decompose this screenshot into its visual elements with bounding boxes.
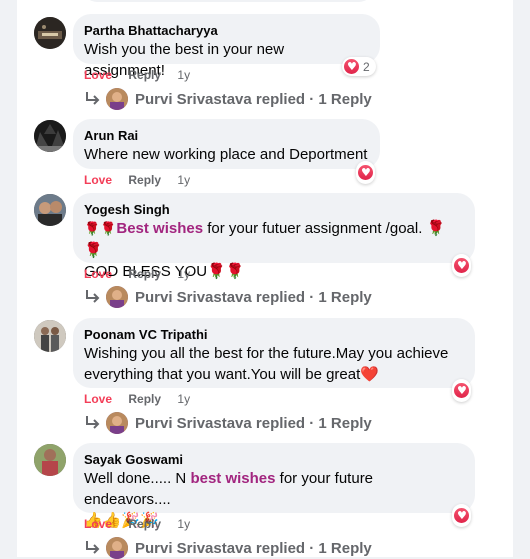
- replier-avatar-image-icon: [106, 88, 128, 110]
- reaction-summary[interactable]: 2: [342, 57, 376, 76]
- reply-button[interactable]: Reply: [128, 173, 161, 187]
- avatar[interactable]: [34, 17, 66, 49]
- view-replies[interactable]: Purvi Srivastava replied · 1 Reply: [84, 286, 372, 308]
- reaction-count: 2: [363, 59, 370, 74]
- reply-arrow-icon: [86, 92, 100, 105]
- comment-actions: Love Reply 1y: [84, 391, 203, 407]
- timestamp[interactable]: 1y: [177, 68, 190, 82]
- avatar-image-icon: [34, 194, 66, 226]
- view-replies[interactable]: Purvi Srivastava replied · 1 Reply: [84, 537, 372, 559]
- comment-text: 🌹🌹Best wishes for your futuer assignment…: [84, 218, 463, 261]
- comment-author[interactable]: Arun Rai: [84, 127, 368, 144]
- heart-icon: [344, 59, 359, 74]
- reply-arrow-icon: [86, 416, 100, 429]
- comment-actions: Love Reply 1y: [84, 516, 203, 532]
- avatar[interactable]: [34, 120, 66, 152]
- replies-link[interactable]: Purvi Srivastava replied · 1 Reply: [135, 540, 372, 557]
- view-replies[interactable]: Purvi Srivastava replied · 1 Reply: [84, 88, 372, 110]
- avatar-image-icon: [34, 17, 66, 49]
- replier-avatar: [106, 286, 128, 308]
- heart-icon: [358, 165, 373, 180]
- timestamp[interactable]: 1y: [177, 517, 190, 531]
- timestamp[interactable]: 1y: [177, 392, 190, 406]
- love-button[interactable]: Love: [84, 68, 112, 82]
- comment-bubble: Arun Rai Where new working place and Dep…: [73, 119, 380, 169]
- love-button[interactable]: Love: [84, 517, 112, 531]
- timestamp[interactable]: 1y: [177, 173, 190, 187]
- reply-button[interactable]: Reply: [128, 68, 161, 82]
- replier-avatar: [106, 537, 128, 559]
- replier-avatar-image-icon: [106, 286, 128, 308]
- reply-arrow-icon: [86, 541, 100, 554]
- highlighted-text[interactable]: best wishes: [190, 470, 275, 487]
- love-button[interactable]: Love: [84, 173, 112, 187]
- avatar-image-icon: [34, 320, 66, 352]
- reaction-summary[interactable]: [356, 161, 375, 184]
- avatar[interactable]: [34, 320, 66, 352]
- heart-icon: [454, 508, 469, 523]
- reply-button[interactable]: Reply: [128, 267, 161, 281]
- comment-actions: Love Reply 1y: [84, 67, 203, 83]
- comment-actions: Love Reply 1y: [84, 266, 203, 282]
- reply-arrow-icon: [86, 290, 100, 303]
- comment-bubble: Partha Bhattacharyya Wish you the best i…: [73, 14, 380, 79]
- comment-text: Where new working place and Deportment: [84, 146, 368, 163]
- heart-icon: [454, 383, 469, 398]
- love-button[interactable]: Love: [84, 392, 112, 406]
- comment-text-line2: everything that you want.You will be gre…: [84, 366, 379, 383]
- replier-avatar: [106, 412, 128, 434]
- comment-author[interactable]: Yogesh Singh: [84, 201, 463, 218]
- reaction-summary[interactable]: [452, 254, 471, 277]
- replies-link[interactable]: Purvi Srivastava replied · 1 Reply: [135, 289, 372, 306]
- avatar[interactable]: [34, 444, 66, 476]
- reply-button[interactable]: Reply: [128, 517, 161, 531]
- comment-bubble: Yogesh Singh 🌹🌹Best wishes for your futu…: [73, 193, 475, 280]
- comment-author[interactable]: Partha Bhattacharyya: [84, 22, 368, 39]
- replier-avatar-image-icon: [106, 537, 128, 559]
- love-button[interactable]: Love: [84, 267, 112, 281]
- avatar-image-icon: [34, 120, 66, 152]
- comment-text: Wishing you all the best for the future.…: [84, 345, 449, 362]
- comment-bubble: Sayak Goswami Well done..... N best wish…: [73, 443, 475, 529]
- view-replies[interactable]: Purvi Srivastava replied · 1 Reply: [84, 412, 372, 434]
- reaction-summary[interactable]: [452, 504, 471, 527]
- comment-emoji: 🌹🌹: [84, 222, 117, 237]
- reply-button[interactable]: Reply: [128, 392, 161, 406]
- comment-actions: Love Reply 1y: [84, 172, 203, 188]
- replies-link[interactable]: Purvi Srivastava replied · 1 Reply: [135, 415, 372, 432]
- timestamp[interactable]: 1y: [177, 267, 190, 281]
- reaction-summary[interactable]: [452, 379, 471, 402]
- previous-comment-bubble-edge: [83, 0, 373, 2]
- highlighted-text[interactable]: Best wishes: [116, 220, 203, 237]
- avatar[interactable]: [34, 194, 66, 226]
- comment-author[interactable]: Poonam VC Tripathi: [84, 326, 463, 343]
- comment-bubble: Poonam VC Tripathi Wishing you all the b…: [73, 318, 475, 388]
- comment-author[interactable]: Sayak Goswami: [84, 451, 463, 468]
- replier-avatar-image-icon: [106, 412, 128, 434]
- heart-icon: [454, 258, 469, 273]
- comment-text: Well done..... N best wishes for your fu…: [84, 468, 463, 510]
- replies-link[interactable]: Purvi Srivastava replied · 1 Reply: [135, 91, 372, 108]
- comment-text-prefix: Well done..... N: [84, 470, 191, 487]
- avatar-image-icon: [34, 444, 66, 476]
- replier-avatar: [106, 88, 128, 110]
